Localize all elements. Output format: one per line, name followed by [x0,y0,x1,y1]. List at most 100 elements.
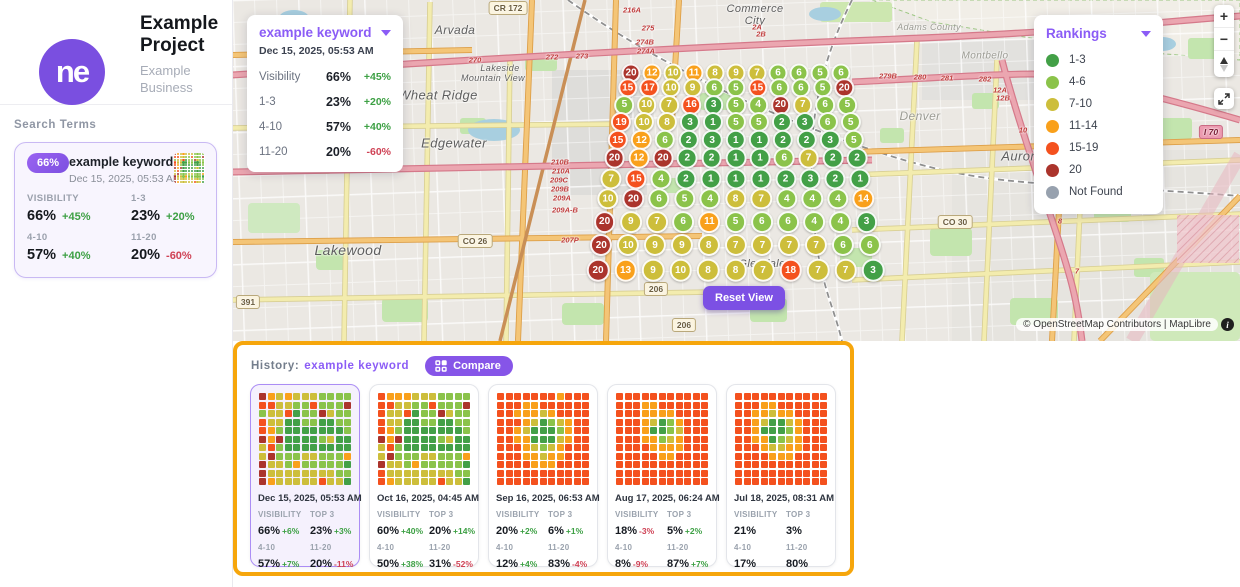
history-scan-card[interactable]: Dec 15, 2025, 05:53 AMVISIBILITY 66%+6%T… [250,384,360,567]
heatmap-cell [387,478,394,485]
rank-pin[interactable]: 7 [807,259,830,282]
rank-pin[interactable]: 7 [778,234,800,256]
rank-pin[interactable]: 6 [672,211,694,233]
rank-pin[interactable]: 6 [777,211,799,233]
rank-pin[interactable]: 20 [587,259,610,282]
rank-pin[interactable]: 13 [614,259,637,282]
rank-pin[interactable]: 2 [825,168,846,189]
rank-pin[interactable]: 2 [775,168,796,189]
history-stat: 11-20 80% [786,543,828,572]
rank-pin[interactable]: 7 [725,234,747,256]
rank-pin[interactable]: 9 [642,259,665,282]
heatmap-cell [429,393,436,400]
history-scan-card[interactable]: Jul 18, 2025, 08:31 AMVISIBILITY 21%TOP … [726,384,836,567]
chevron-down-icon[interactable] [1141,31,1151,37]
compare-button[interactable]: Compare [425,356,513,376]
rank-pin[interactable]: 9 [644,234,666,256]
heatmap-cell [268,470,275,477]
compass-control[interactable] [1214,51,1234,77]
rank-pin[interactable]: 8 [698,234,720,256]
heatmap-cell [752,453,759,460]
rank-pin[interactable]: 18 [779,259,802,282]
heatmap-cell [548,393,555,400]
rank-pin[interactable]: 2 [677,148,698,169]
heatmap-cell [455,402,462,409]
rank-pin[interactable]: 1 [750,168,771,189]
map-canvas[interactable]: Commerce CityArvadaLakesideMountain View… [232,0,1240,341]
heatmap-cell [659,461,666,468]
history-scan-card[interactable]: Aug 17, 2025, 06:24 AMVISIBILITY 18%-3%T… [607,384,717,567]
rank-pin[interactable]: 2 [701,148,722,169]
rank-pin[interactable]: 3 [856,211,878,233]
heatmap-cell [616,461,623,468]
heatmap-cell [404,436,411,443]
heatmap-cell [761,470,768,477]
chevron-down-icon[interactable] [381,30,391,36]
rank-pin[interactable]: 8 [697,259,720,282]
heatmap-cell [202,167,204,169]
rank-pin[interactable]: 3 [862,259,885,282]
rank-pin[interactable]: 6 [832,234,854,256]
rank-pin[interactable]: 1 [700,168,721,189]
rank-pin[interactable]: 4 [650,168,671,189]
rank-pin[interactable]: 7 [805,234,827,256]
history-stat: VISIBILITY 20%+2% [496,510,548,539]
heatmap-cell [684,402,691,409]
rank-pin[interactable]: 20 [604,148,625,169]
heatmap-cell [268,461,275,468]
rank-pin[interactable]: 20 [594,211,616,233]
stat-delta: +2% [520,526,537,536]
rank-pin[interactable]: 7 [752,259,775,282]
rank-pin[interactable]: 7 [798,148,819,169]
rank-pin[interactable]: 2 [822,148,843,169]
search-term-card[interactable]: 66% example keyword Dec 15, 2025, 05:53 … [14,142,217,278]
rank-pin[interactable]: 8 [724,259,747,282]
rank-pin[interactable]: 6 [751,211,773,233]
heatmap-cell [540,461,547,468]
rank-pin[interactable]: 7 [601,168,622,189]
rank-pin[interactable]: 2 [675,168,696,189]
heatmap-cell [506,444,513,451]
heatmap-cell [319,402,326,409]
heatmap-cell [446,461,453,468]
rank-pin[interactable]: 9 [671,234,693,256]
heatmap-cell [514,453,521,460]
heatmap-cell [701,461,708,468]
rank-pin[interactable]: 10 [617,234,639,256]
history-scan-card[interactable]: Oct 16, 2025, 04:45 AMVISIBILITY 60%+40%… [369,384,479,567]
rank-pin[interactable]: 10 [669,259,692,282]
fullscreen-button[interactable] [1214,88,1234,109]
rank-pin[interactable]: 6 [859,234,881,256]
heatmap-cell [625,393,632,400]
rank-pin[interactable]: 4 [803,211,825,233]
rank-pin[interactable]: 3 [800,168,821,189]
zoom-in-button[interactable]: + [1214,5,1234,28]
history-scan-card[interactable]: Sep 16, 2025, 06:53 AMVISIBILITY 20%+2%T… [488,384,598,567]
heatmap-cell [310,402,317,409]
reset-view-button[interactable]: Reset View [703,286,785,310]
rank-pin[interactable]: 5 [725,211,747,233]
rank-pin[interactable]: 11 [698,211,720,233]
rank-pin[interactable]: 2 [847,148,868,169]
rank-pin[interactable]: 12 [628,148,649,169]
stat-label: VISIBILITY [27,193,131,204]
rank-pin[interactable]: 1 [750,148,771,169]
rank-pin[interactable]: 7 [834,259,857,282]
rank-pin[interactable]: 6 [774,148,795,169]
rank-pin[interactable]: 15 [626,168,647,189]
info-icon[interactable]: i [1221,318,1234,331]
rank-pin[interactable]: 7 [646,211,668,233]
heatmap-cell [803,478,810,485]
zoom-out-button[interactable]: − [1214,28,1234,51]
rank-pin[interactable]: 1 [725,148,746,169]
rank-pin[interactable]: 1 [725,168,746,189]
rank-pin[interactable]: 9 [620,211,642,233]
rank-pin[interactable]: 7 [751,234,773,256]
rank-pin[interactable]: 4 [829,211,851,233]
rank-pin[interactable]: 20 [590,234,612,256]
rank-pin[interactable]: 1 [850,168,871,189]
heatmap-cell [395,478,402,485]
legend-item: 20 [1046,159,1151,181]
rank-pin[interactable]: 20 [653,148,674,169]
map-attribution[interactable]: © OpenStreetMap Contributors | MapLibre [1016,318,1218,331]
